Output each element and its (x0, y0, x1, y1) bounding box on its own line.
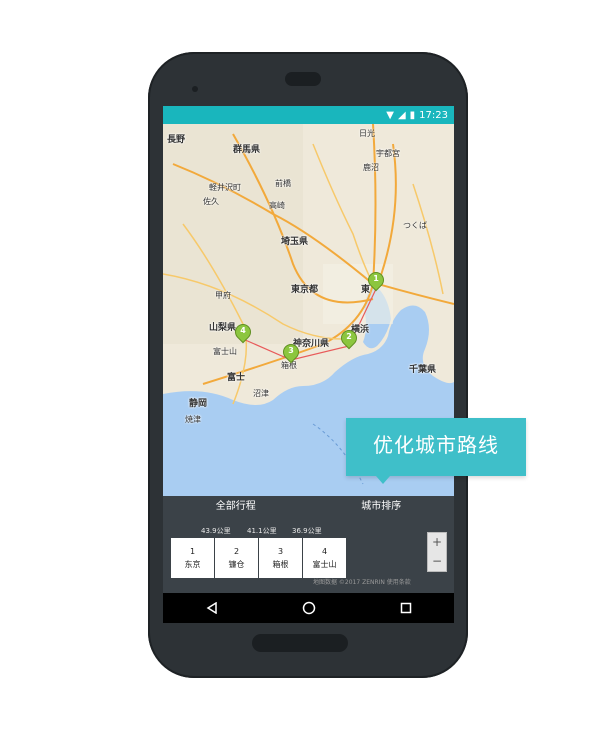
map-label-gunma: 群馬県 (233, 145, 261, 155)
distance-label: 43.9公里 (201, 527, 231, 535)
map-label-yaizu: 焼津 (185, 415, 201, 424)
distance-label: 41.1公里 (247, 527, 277, 535)
map-label-nagano: 長野 (167, 135, 186, 145)
city-card-name: 东京 (184, 559, 201, 569)
signal-icon: ◢ (397, 109, 406, 121)
city-card-hakone[interactable]: 3 箱根 (259, 538, 302, 578)
phone-screen: ▼ ◢ ▮ 17:23 長野 群馬県 日光 宇都宮 鹿沼 軽井沢町 佐久 前橋 … (163, 106, 454, 623)
map-label-chiba: 千葉県 (409, 365, 437, 375)
zoom-out-button[interactable]: − (428, 552, 446, 571)
recents-icon[interactable] (394, 596, 418, 620)
city-card-kamakura[interactable]: 2 镰仓 (215, 538, 258, 578)
tab-city-order[interactable]: 城市排序 (309, 496, 455, 518)
map-label-shizuoka: 静岡 (189, 399, 208, 409)
distance-label: 36.9公里 (292, 527, 322, 535)
map-label-saitama: 埼玉県 (281, 237, 309, 247)
map-label-tsukuba: つくば (403, 221, 427, 230)
city-card-fujisan[interactable]: 4 富士山 (303, 538, 346, 578)
map-label-kanuma: 鹿沼 (363, 163, 379, 172)
map-label-nikko: 日光 (359, 129, 375, 138)
optimize-route-callout: 优化城市路线 (346, 418, 526, 476)
city-card-number: 4 (321, 546, 328, 556)
city-card-number: 3 (277, 546, 284, 556)
city-card-tokyo[interactable]: 1 东京 (171, 538, 214, 578)
map-pin-3[interactable]: 3 (279, 340, 303, 366)
city-card-name: 镰仓 (228, 559, 245, 569)
home-icon[interactable] (297, 596, 321, 620)
map-label-karuizawa: 軽井沢町 (209, 183, 241, 192)
status-time: 17:23 (419, 109, 448, 121)
map-label-numazu: 沼津 (253, 389, 269, 398)
map-label-takasaki: 高崎 (269, 201, 285, 210)
city-card-name: 箱根 (272, 559, 289, 569)
battery-icon: ▮ (409, 109, 416, 121)
city-card-number: 2 (233, 546, 240, 556)
map-label-yamanashi: 山梨県 (209, 323, 237, 333)
status-bar: ▼ ◢ ▮ 17:23 (163, 106, 454, 124)
android-nav-bar (163, 593, 454, 623)
panel-tabs: 全部行程 城市排序 (163, 496, 454, 518)
earpiece-speaker (285, 72, 321, 86)
map-pin-4[interactable]: 4 (231, 320, 255, 346)
map-label-utsunomiya: 宇都宮 (376, 149, 400, 158)
city-card-number: 1 (189, 546, 196, 556)
map-label-fuji: 富士 (227, 373, 246, 383)
back-icon[interactable] (200, 596, 224, 620)
map-label-saku: 佐久 (203, 197, 219, 206)
city-cards: 1 东京 2 镰仓 3 箱根 4 富士山 (171, 538, 346, 578)
bottom-speaker (252, 634, 348, 652)
map-label-tokyo-to: 東京都 (291, 285, 319, 295)
map-pin-2[interactable]: 2 (337, 326, 361, 352)
callout-pointer (376, 476, 390, 484)
map-label-fujisan: 富士山 (213, 347, 237, 356)
map-copyright: 地图数据 ©2017 ZENRIN 使用条款 (313, 579, 411, 586)
map-pin-1[interactable]: 1 (364, 268, 388, 294)
map-label-maebashi: 前橋 (275, 179, 291, 188)
map-label-kofu: 甲府 (215, 291, 231, 300)
wifi-icon: ▼ (386, 109, 394, 121)
distance-row: 43.9公里 41.1公里 36.9公里 (163, 526, 454, 538)
zoom-in-button[interactable]: + (428, 533, 446, 552)
zoom-control: + − (427, 532, 447, 572)
tab-all-itinerary[interactable]: 全部行程 (163, 496, 309, 518)
front-camera (192, 86, 198, 92)
city-card-name: 富士山 (312, 559, 337, 569)
